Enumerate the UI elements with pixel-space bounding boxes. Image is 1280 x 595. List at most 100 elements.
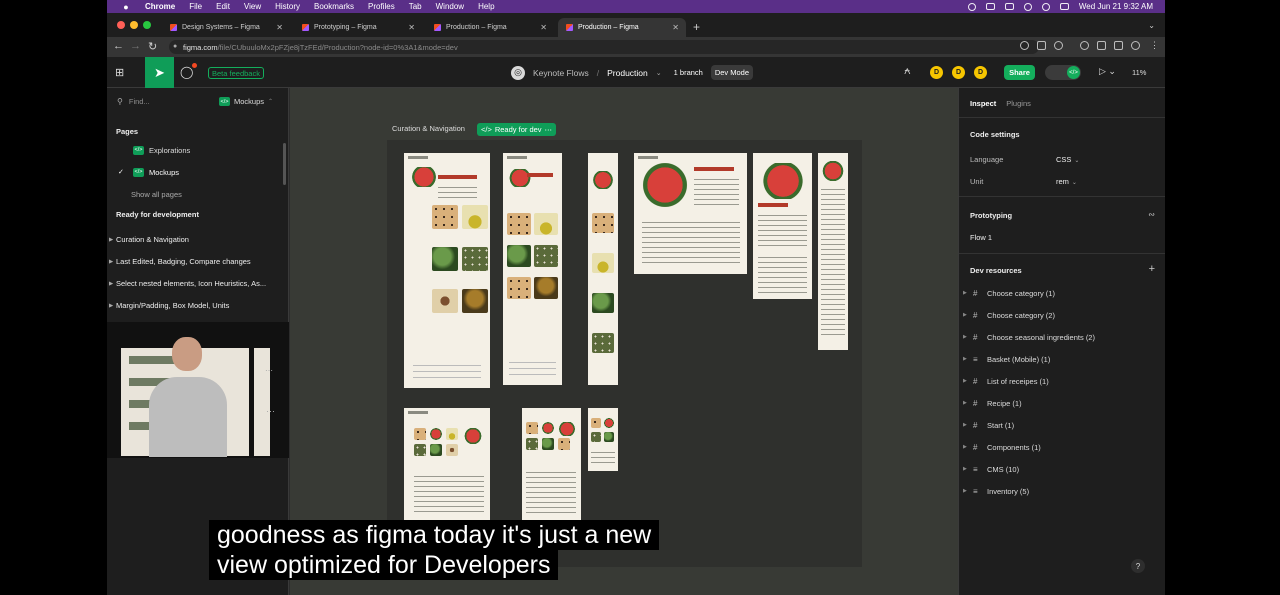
caret-right-icon[interactable]: ▶ — [963, 400, 967, 406]
caret-right-icon[interactable]: ▶ — [109, 281, 113, 287]
caret-right-icon[interactable]: ▶ — [963, 334, 967, 340]
pages-scrollbar[interactable] — [283, 143, 286, 185]
flow-icon[interactable]: ∾ — [1148, 210, 1155, 219]
close-tab-icon[interactable]: ✕ — [540, 23, 547, 32]
dev-resource-item[interactable]: ▶ ≡ CMS (10) — [959, 462, 1165, 476]
caret-right-icon[interactable]: ▶ — [963, 356, 967, 362]
project-name[interactable]: Keynote Flows — [533, 68, 589, 78]
tab-plugins[interactable]: Plugins — [1006, 99, 1031, 108]
mockup-frame-desktop[interactable] — [404, 153, 490, 388]
ready-section-item[interactable]: ▶ Margin/Padding, Box Model, Units — [107, 301, 289, 310]
share-page-icon[interactable] — [1037, 41, 1046, 50]
menu-item-help[interactable]: Help — [478, 2, 494, 11]
page-item-explorations[interactable]: </> Explorations — [107, 140, 289, 160]
spotlight-icon[interactable] — [1041, 2, 1050, 11]
language-select[interactable]: CSS ⌄ — [1056, 155, 1079, 164]
caret-right-icon[interactable]: ▶ — [963, 422, 967, 428]
url-field[interactable]: ● figma.com/file/CUbuuloMx2pFZje8jTzFEd/… — [169, 40, 1039, 54]
dev-resource-item[interactable]: ▶ ≡ Inventory (5) — [959, 484, 1165, 498]
audio-headset-icon[interactable]: ⍲ — [904, 65, 911, 78]
extensions-puzzle-icon[interactable] — [1097, 41, 1106, 50]
mockup-frame-recipe-desktop[interactable] — [634, 153, 747, 274]
beta-feedback-button[interactable]: Beta feedback — [208, 67, 264, 79]
unit-select[interactable]: rem ⌄ — [1056, 177, 1077, 186]
zoom-window-button[interactable] — [143, 21, 151, 29]
site-info-icon[interactable]: ● — [173, 43, 177, 50]
mockup-frame-basket-tablet[interactable] — [522, 408, 581, 520]
profile-avatar-icon[interactable] — [1131, 41, 1140, 50]
dev-mode-toggle[interactable]: </> — [1045, 65, 1081, 80]
ready-for-dev-badge[interactable]: </> Ready for dev ⋯ — [477, 123, 557, 136]
menu-item-history[interactable]: History — [275, 2, 300, 11]
focus-icon[interactable] — [967, 2, 976, 11]
tab-search-icon[interactable]: ⌄ — [1148, 21, 1155, 30]
branch-count[interactable]: 1 branch — [674, 68, 703, 77]
wifi-icon[interactable] — [1023, 2, 1032, 11]
dev-resource-item[interactable]: ▶ # Start (1) — [959, 418, 1165, 432]
zoom-page-icon[interactable] — [1020, 41, 1029, 50]
page-switcher[interactable]: </> Mockups ⌃ — [219, 97, 273, 106]
dev-resource-item[interactable]: ▶ # Choose category (2) — [959, 308, 1165, 322]
ready-section-item[interactable]: ▶ Curation & Navigation — [107, 235, 289, 244]
close-tab-icon[interactable]: ✕ — [408, 23, 415, 32]
show-all-pages-link[interactable]: Show all pages — [131, 190, 182, 199]
battery-icon[interactable] — [1004, 3, 1014, 10]
keyboard-icon[interactable] — [985, 3, 995, 10]
caret-right-icon[interactable]: ▶ — [963, 444, 967, 450]
mockup-frame-basket-mobile[interactable] — [588, 408, 618, 471]
present-play-icon[interactable]: ▷ ⌄ — [1099, 66, 1116, 77]
dev-resource-item[interactable]: ▶ # Recipe (1) — [959, 396, 1165, 410]
apple-icon[interactable]: ● — [121, 2, 131, 12]
select-tool-icon[interactable]: ➤ — [145, 57, 174, 88]
mockup-frame-basket-desktop[interactable] — [404, 408, 490, 523]
mockup-frame-tablet[interactable] — [503, 153, 562, 385]
close-window-button[interactable] — [117, 21, 125, 29]
mockup-frame-recipe-tablet[interactable] — [753, 153, 812, 299]
caret-right-icon[interactable]: ▶ — [109, 237, 113, 243]
tab-inspect[interactable]: Inspect — [970, 99, 996, 108]
caret-right-icon[interactable]: ▶ — [963, 488, 967, 494]
caret-right-icon[interactable]: ▶ — [963, 466, 967, 472]
close-tab-icon[interactable]: ✕ — [672, 23, 679, 32]
share-button[interactable]: Share — [1004, 65, 1035, 80]
figma-main-menu-icon[interactable]: ⊞ — [115, 66, 124, 79]
comment-tool-icon[interactable]: ◯ — [180, 63, 198, 79]
bookmark-star-icon[interactable] — [1054, 41, 1063, 50]
caret-right-icon[interactable]: ▶ — [963, 378, 967, 384]
menu-item-file[interactable]: File — [189, 2, 202, 11]
menu-item-window[interactable]: Window — [436, 2, 464, 11]
avatar[interactable]: D — [973, 65, 988, 80]
dev-resource-item[interactable]: ▶ # Choose seasonal ingredients (2) — [959, 330, 1165, 344]
add-resource-icon[interactable]: + — [1149, 263, 1155, 275]
dev-resource-item[interactable]: ▶ # Components (1) — [959, 440, 1165, 454]
menu-item-tab[interactable]: Tab — [409, 2, 422, 11]
caret-right-icon[interactable]: ▶ — [109, 259, 113, 265]
design-canvas[interactable]: Curation & Navigation </> Ready for dev … — [290, 88, 958, 595]
browser-tab-prototyping[interactable]: Prototyping – Figma ✕ — [294, 18, 422, 37]
section-label[interactable]: Curation & Navigation — [392, 124, 465, 133]
avatar[interactable]: D — [951, 65, 966, 80]
find-field[interactable]: ⚲ Find... — [117, 97, 150, 106]
extension-icon[interactable] — [1080, 41, 1089, 50]
zoom-level[interactable]: 11% — [1132, 68, 1146, 77]
chevron-down-icon[interactable]: ⌄ — [656, 69, 662, 77]
browser-tab-design-systems[interactable]: Design Systems – Figma ✕ — [162, 18, 290, 37]
browser-menu-icon[interactable]: ⋮ — [1150, 40, 1159, 51]
caret-right-icon[interactable]: ▶ — [109, 303, 113, 309]
minimize-window-button[interactable] — [130, 21, 138, 29]
control-center-icon[interactable] — [1059, 3, 1069, 10]
new-tab-icon[interactable]: + — [693, 20, 700, 34]
ready-section-item[interactable]: ▶ Last Edited, Badging, Compare changes — [107, 257, 289, 266]
ready-section-item[interactable]: ▶ Select nested elements, Icon Heuristic… — [107, 279, 289, 288]
dev-resource-item[interactable]: ▶ ≡ Basket (Mobile) (1) — [959, 352, 1165, 366]
menu-item-view[interactable]: View — [244, 2, 261, 11]
page-item-mockups[interactable]: ✓ </> Mockups — [107, 162, 289, 182]
avatar[interactable]: D — [929, 65, 944, 80]
side-panel-icon[interactable] — [1114, 41, 1123, 50]
menu-item-bookmarks[interactable]: Bookmarks — [314, 2, 354, 11]
close-tab-icon[interactable]: ✕ — [276, 23, 283, 32]
file-name[interactable]: Production — [607, 68, 648, 78]
menu-app-name[interactable]: Chrome — [145, 2, 175, 11]
menu-item-profiles[interactable]: Profiles — [368, 2, 395, 11]
browser-tab-production[interactable]: Production – Figma ✕ — [426, 18, 554, 37]
